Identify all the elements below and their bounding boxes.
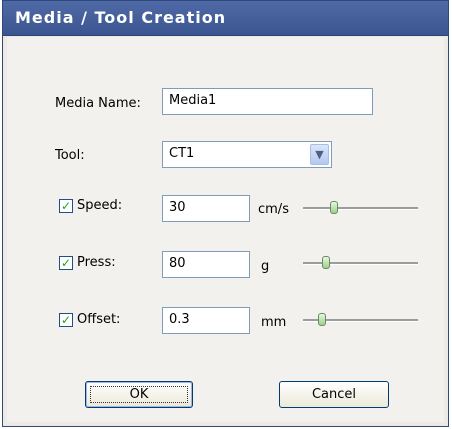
dialog-body: Media Name: Media1 Tool: CT1 ▼ ✓ Speed: … [7, 37, 444, 422]
speed-slider[interactable] [303, 200, 418, 216]
slider-thumb[interactable] [318, 313, 326, 326]
tool-label: Tool: [55, 148, 85, 163]
offset-unit: mm [261, 315, 287, 330]
offset-slider[interactable] [303, 312, 418, 328]
slider-track [303, 207, 418, 210]
checkmark-icon: ✓ [59, 256, 73, 270]
press-checkbox[interactable]: ✓ Press: [59, 254, 149, 274]
media-name-input[interactable]: Media1 [162, 88, 373, 115]
slider-thumb[interactable] [330, 201, 338, 214]
speed-checkbox[interactable]: ✓ Speed: [59, 197, 149, 217]
media-tool-dialog: Media / Tool Creation Media Name: Media1… [2, 0, 449, 427]
offset-input[interactable]: 0.3 [162, 307, 250, 334]
press-label: Press: [77, 255, 116, 270]
speed-unit: cm/s [258, 202, 289, 217]
checkmark-icon: ✓ [59, 199, 73, 213]
speed-label: Speed: [77, 198, 123, 213]
tool-select-value: CT1 [169, 146, 195, 161]
press-input[interactable]: 80 [162, 251, 250, 278]
press-slider[interactable] [303, 255, 418, 271]
slider-track [303, 262, 418, 265]
cancel-button-label: Cancel [311, 387, 357, 402]
cancel-button[interactable]: Cancel [279, 381, 389, 408]
tool-select[interactable]: CT1 ▼ [162, 141, 332, 168]
press-unit: g [261, 259, 270, 274]
offset-checkbox[interactable]: ✓ Offset: [59, 311, 149, 331]
offset-label: Offset: [77, 312, 121, 327]
focus-rectangle [90, 386, 188, 403]
media-name-label: Media Name: [55, 96, 141, 111]
chevron-down-icon[interactable]: ▼ [310, 144, 329, 165]
ok-button[interactable]: OK [85, 381, 193, 408]
checkmark-icon: ✓ [59, 313, 73, 327]
title-bar[interactable]: Media / Tool Creation [3, 1, 448, 36]
window-title: Media / Tool Creation [15, 8, 227, 27]
speed-input[interactable]: 30 [162, 195, 250, 222]
slider-thumb[interactable] [322, 256, 330, 269]
